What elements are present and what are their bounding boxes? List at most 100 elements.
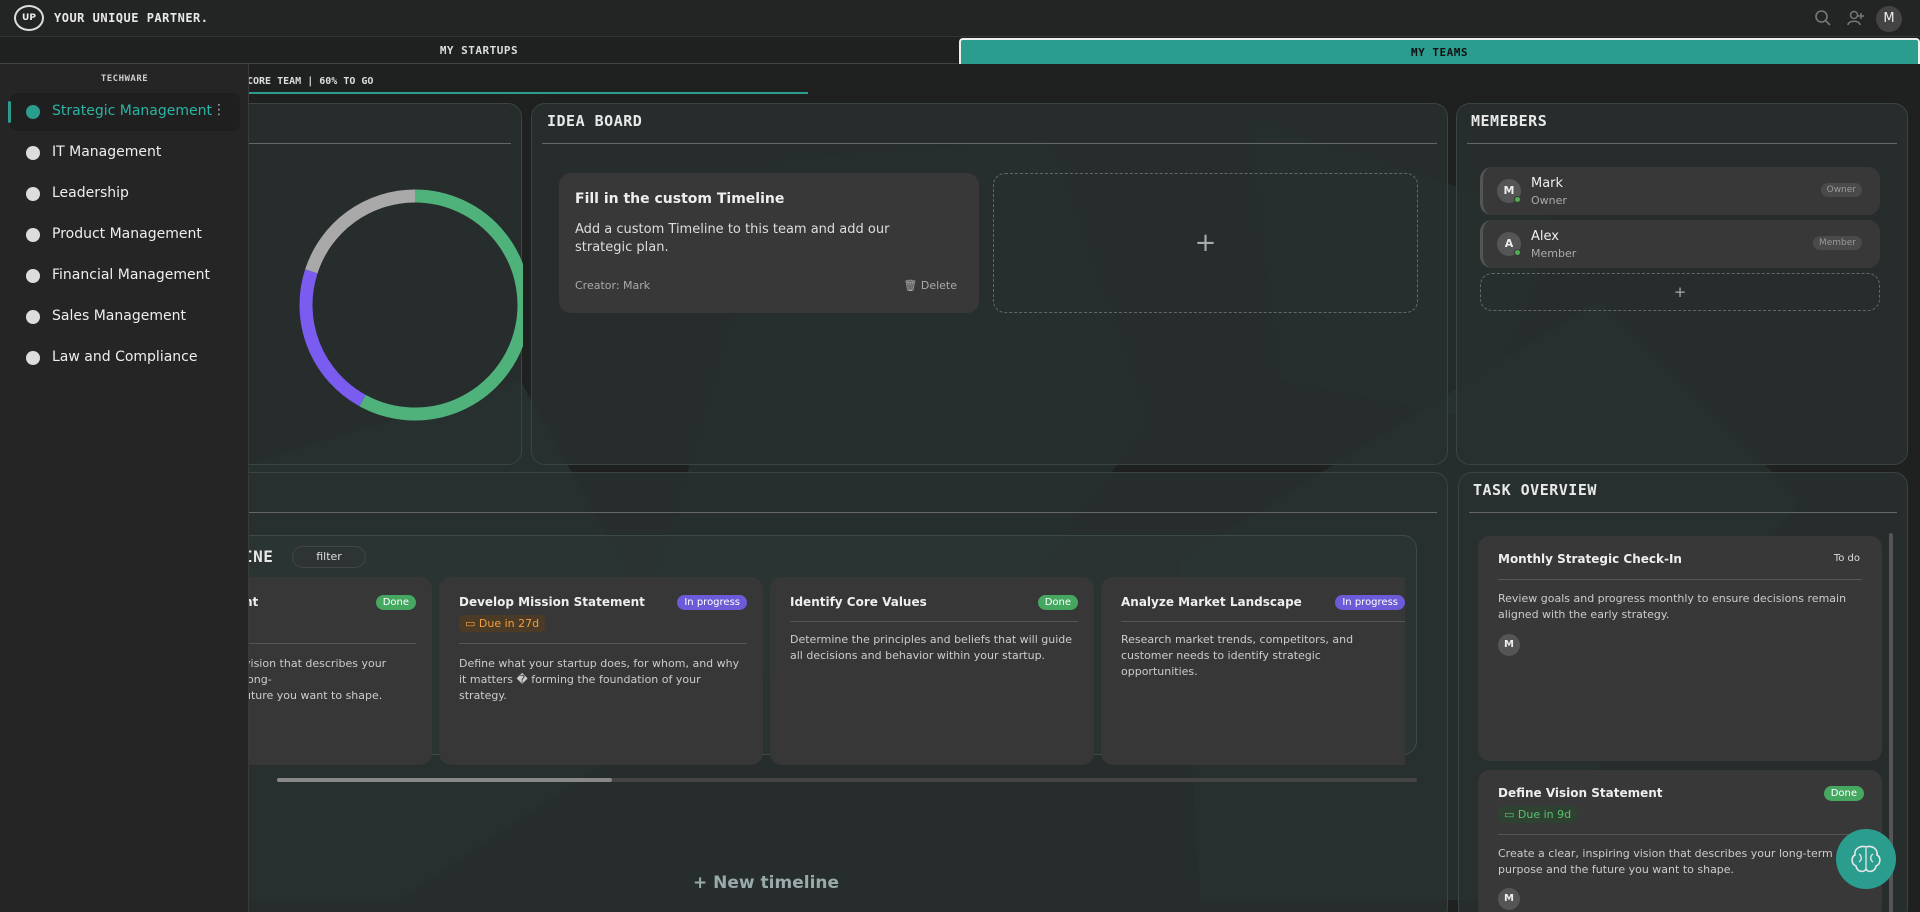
due-date: ▭ Due in 9d	[1498, 806, 1578, 823]
search-icon[interactable]	[1813, 9, 1833, 29]
status-dot	[26, 105, 40, 119]
calendar-icon: ▭	[465, 617, 479, 630]
member-row[interactable]: A Alex Member Member	[1480, 220, 1880, 268]
member-name: Mark	[1531, 176, 1564, 191]
timeline-card-body: Determine the principles and beliefs tha…	[790, 633, 1073, 662]
delete-button[interactable]: 🗑 Delete	[903, 279, 957, 292]
sidebar-item-label: IT Management	[52, 144, 162, 160]
donut-segment	[299, 269, 366, 407]
online-indicator	[1514, 196, 1521, 203]
status-dot	[26, 146, 40, 160]
sidebar-item-label: Strategic Management	[52, 103, 212, 119]
idea-card-title: Fill in the custom Timeline	[575, 191, 785, 207]
add-user-icon[interactable]	[1846, 9, 1866, 29]
status-badge: Done	[1823, 786, 1864, 801]
scrollbar-thumb[interactable]	[277, 778, 612, 782]
sidebar-item-strategic-management[interactable]: Strategic Management ⋮	[8, 93, 240, 131]
top-bar: UP YOUR UNIQUE PARTNER. M	[0, 0, 1920, 37]
panel-divider	[207, 512, 1437, 513]
timeline-card[interactable]: Analyze Market Landscape In progress Res…	[1101, 577, 1405, 765]
assignee-avatar: M	[1498, 634, 1520, 656]
timeline-card-body: Research market trends, competitors, and…	[1121, 633, 1354, 678]
task-title: Monthly Strategic Check-In	[1498, 552, 1682, 566]
card-divider	[1498, 579, 1862, 580]
member-badge: Member	[1812, 236, 1862, 250]
team-progress-bar	[200, 92, 808, 94]
timeline-card-title: Identify Core Values	[790, 595, 927, 609]
sidebar-item-label: Sales Management	[52, 308, 186, 324]
due-date: ▭ Due in 27d	[459, 615, 546, 632]
task-overview-title: TASK OVERVIEW	[1473, 481, 1597, 499]
sidebar-item-product-management[interactable]: Product Management	[10, 216, 240, 254]
logo[interactable]: UP	[14, 5, 44, 31]
kebab-menu-icon[interactable]: ⋮	[212, 102, 226, 118]
sidebar-item-law-and-compliance[interactable]: Law and Compliance	[10, 339, 240, 377]
members-title: MEMEBERS	[1471, 112, 1548, 130]
sidebar-item-label: Leadership	[52, 185, 129, 201]
sidebar-item-financial-management[interactable]: Financial Management	[10, 257, 240, 295]
sidebar-item-sales-management[interactable]: Sales Management	[10, 298, 240, 336]
task-body: Review goals and progress monthly to ens…	[1498, 592, 1847, 621]
add-member-button[interactable]: +	[1480, 273, 1880, 311]
sidebar-heading: TECHWARE	[100, 74, 149, 84]
status-badge: In progress	[1335, 595, 1405, 610]
user-avatar[interactable]: M	[1876, 6, 1902, 32]
card-divider	[244, 643, 416, 644]
assignee-avatar: M	[1498, 888, 1520, 910]
idea-board-title: IDEA BOARD	[547, 112, 643, 130]
status-dot	[26, 228, 40, 242]
sidebar-item-label: Financial Management	[52, 267, 210, 283]
status-badge: Done	[1037, 595, 1078, 610]
new-timeline-button[interactable]: + New timeline	[693, 873, 839, 893]
sidebar-item-leadership[interactable]: Leadership	[10, 175, 240, 213]
idea-card-body: Add a custom Timeline to this team and a…	[575, 222, 890, 255]
trash-icon: 🗑	[903, 279, 918, 292]
team-progress-label: CORE TEAM | 60% TO GO	[247, 76, 374, 87]
timeline-card-title: Analyze Market Landscape	[1121, 595, 1302, 609]
member-name: Alex	[1531, 229, 1559, 244]
idea-board-panel: IDEA BOARD Fill in the custom Timeline A…	[531, 103, 1448, 465]
status-badge: Done	[375, 595, 416, 610]
status-dot	[26, 269, 40, 283]
timeline-card-title: Develop Mission Statement	[459, 595, 645, 609]
delete-label: Delete	[920, 279, 957, 292]
task-card[interactable]: Define Vision Statement Done ▭ Due in 9d…	[1478, 770, 1882, 912]
status-dot	[26, 187, 40, 201]
sidebar-item-label: Product Management	[52, 226, 202, 242]
timeline-card[interactable]: Develop Mission Statement In progress ▭ …	[439, 577, 763, 765]
tab-my-startups[interactable]: MY STARTUPS	[0, 38, 958, 64]
tab-my-teams[interactable]: MY TEAMS	[959, 38, 1920, 64]
member-row[interactable]: M Mark Owner Owner	[1480, 167, 1880, 215]
due-label: Due in 27d	[478, 617, 540, 630]
member-role: Owner	[1531, 194, 1567, 207]
member-role: Member	[1531, 247, 1577, 260]
active-indicator	[8, 101, 11, 123]
task-card[interactable]: Monthly Strategic Check-In To do Review …	[1478, 536, 1882, 761]
card-divider	[1121, 621, 1405, 622]
due-label: Due in 9d	[1517, 808, 1572, 821]
sidebar-item-it-management[interactable]: IT Management	[10, 134, 240, 172]
card-divider	[1498, 834, 1862, 835]
add-idea-button[interactable]: +	[993, 173, 1418, 313]
online-indicator	[1514, 249, 1521, 256]
filter-button[interactable]: filter	[292, 546, 366, 568]
status-badge: To do	[1833, 553, 1860, 564]
donut-segment	[359, 189, 523, 421]
idea-card[interactable]: Fill in the custom Timeline Add a custom…	[559, 173, 979, 313]
timeline-card[interactable]: Identify Core Values Done Determine the …	[770, 577, 1094, 765]
task-body: Create a clear, inspiring vision that de…	[1498, 847, 1833, 876]
donut-segment	[305, 189, 416, 274]
timeline-scrollbar[interactable]	[277, 778, 1417, 782]
panel-divider	[1467, 143, 1897, 144]
card-divider	[459, 643, 747, 644]
status-dot	[26, 310, 40, 324]
assistant-button[interactable]	[1836, 829, 1896, 889]
card-divider	[790, 621, 1078, 622]
task-title: Define Vision Statement	[1498, 786, 1663, 800]
brain-icon	[1851, 845, 1881, 873]
timeline-card-body: vision that describes your long- uture y…	[244, 657, 387, 702]
idea-card-creator: Creator: Mark	[575, 279, 651, 292]
member-badge: Owner	[1820, 183, 1862, 197]
timeline-card-body: Define what your startup does, for whom,…	[459, 657, 740, 702]
sidebar: TECHWARE Strategic Management ⋮ IT Manag…	[0, 64, 249, 912]
